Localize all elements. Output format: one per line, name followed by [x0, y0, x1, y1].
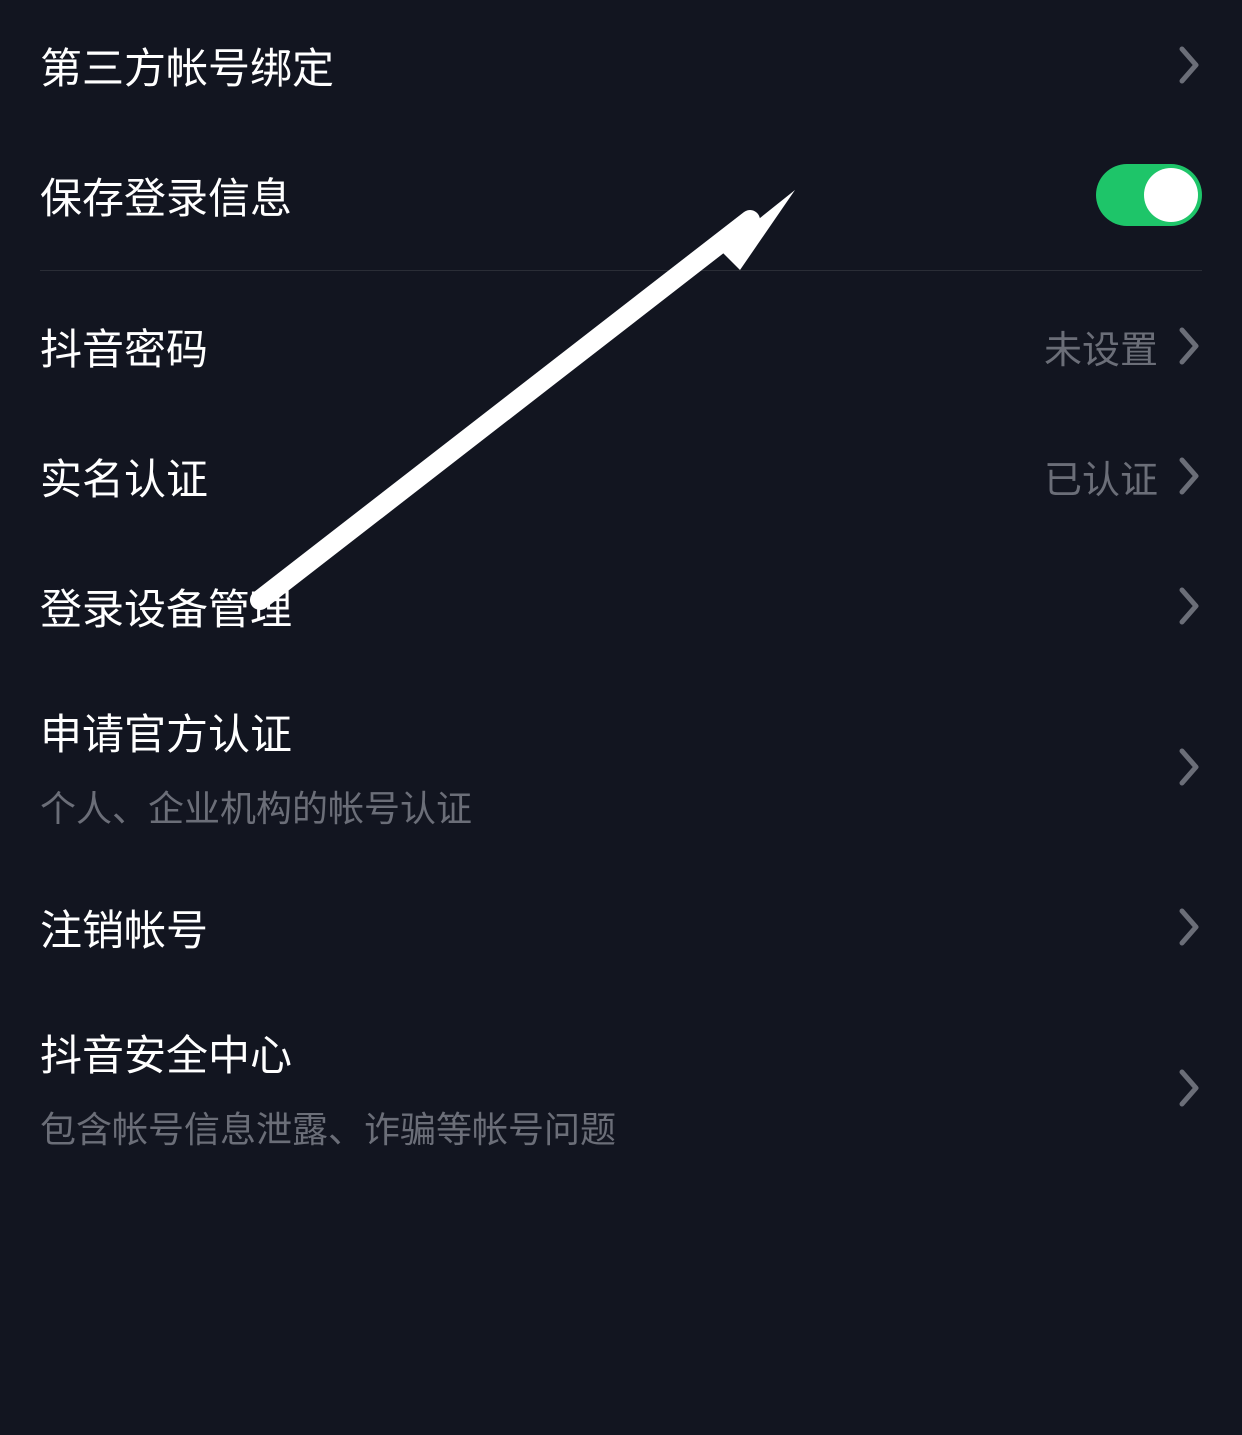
chevron-right-icon: [1178, 1068, 1202, 1108]
third-party-binding-item[interactable]: 第三方帐号绑定: [40, 0, 1202, 130]
douyin-password-value: 未设置: [1044, 319, 1158, 374]
third-party-binding-label: 第三方帐号绑定: [40, 35, 334, 96]
save-login-info-label: 保存登录信息: [40, 165, 292, 226]
delete-account-label: 注销帐号: [40, 897, 208, 958]
real-name-auth-label: 实名认证: [40, 446, 208, 507]
official-cert-subtitle: 个人、企业机构的帐号认证: [40, 780, 472, 832]
chevron-right-icon: [1178, 326, 1202, 366]
security-center-label: 抖音安全中心: [40, 1022, 616, 1083]
toggle-knob: [1144, 168, 1198, 222]
save-login-info-item: 保存登录信息: [40, 130, 1202, 260]
delete-account-item[interactable]: 注销帐号: [40, 862, 1202, 992]
save-login-toggle[interactable]: [1096, 164, 1202, 226]
official-cert-label: 申请官方认证: [40, 701, 472, 762]
login-devices-item[interactable]: 登录设备管理: [40, 541, 1202, 671]
chevron-right-icon: [1178, 747, 1202, 787]
chevron-right-icon: [1178, 456, 1202, 496]
security-center-subtitle: 包含帐号信息泄露、诈骗等帐号问题: [40, 1101, 616, 1153]
real-name-auth-item[interactable]: 实名认证 已认证: [40, 411, 1202, 541]
security-center-item[interactable]: 抖音安全中心 包含帐号信息泄露、诈骗等帐号问题: [40, 992, 1202, 1183]
chevron-right-icon: [1178, 45, 1202, 85]
official-cert-item[interactable]: 申请官方认证 个人、企业机构的帐号认证: [40, 671, 1202, 862]
login-devices-label: 登录设备管理: [40, 576, 292, 637]
chevron-right-icon: [1178, 907, 1202, 947]
chevron-right-icon: [1178, 586, 1202, 626]
section-divider: [40, 270, 1202, 271]
real-name-auth-value: 已认证: [1044, 449, 1158, 504]
settings-list: 第三方帐号绑定 保存登录信息 抖音密码 未设置: [0, 0, 1242, 1183]
douyin-password-label: 抖音密码: [40, 316, 208, 377]
douyin-password-item[interactable]: 抖音密码 未设置: [40, 281, 1202, 411]
